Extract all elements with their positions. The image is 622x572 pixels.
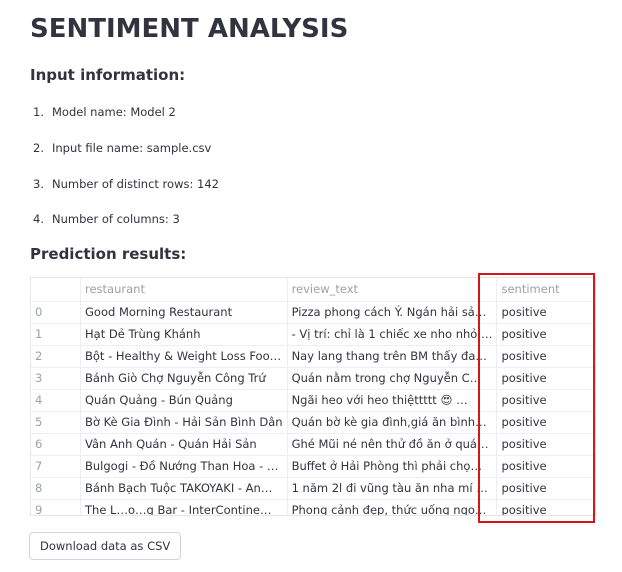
results-table: restaurant review_text sentiment 0 Good M… <box>31 278 595 515</box>
restaurant-cell[interactable]: The L…o…g Bar - InterContine… <box>80 499 288 515</box>
review-text-cell[interactable]: Quán nằm trong chợ Nguyễn C… <box>287 367 498 390</box>
input-item-columns: 4. Number of columns: 3 <box>33 212 180 226</box>
table-header-row: restaurant review_text sentiment <box>31 278 595 302</box>
results-heading: Prediction results: <box>30 245 187 263</box>
row-index-cell[interactable]: 9 <box>31 499 81 515</box>
review-text-cell[interactable]: 1 năm 2l đi vũng tàu ăn nha mí … <box>287 477 498 500</box>
results-dataframe[interactable]: restaurant review_text sentiment 0 Good M… <box>30 277 596 516</box>
table-row: 7 Bulgogi - Đồ Nướng Than Hoa - … Buffet ở… <box>31 455 595 478</box>
table-row: 9 The L…o…g Bar - InterContine… Phong cảnh… <box>31 499 595 515</box>
row-index-cell[interactable]: 4 <box>31 389 81 412</box>
sentiment-cell[interactable]: positive <box>496 499 595 515</box>
page-title: SENTIMENT ANALYSIS <box>30 14 349 44</box>
table-row: 0 Good Morning Restaurant Pizza phong cách… <box>31 301 595 324</box>
row-index-cell[interactable]: 1 <box>31 323 81 346</box>
restaurant-cell[interactable]: Bờ Kè Gia Đình - Hải Sản Bình Dân <box>80 411 288 434</box>
row-index-cell[interactable]: 7 <box>31 455 81 478</box>
row-index-cell[interactable]: 2 <box>31 345 81 368</box>
column-header-index[interactable] <box>31 278 81 302</box>
sentiment-cell[interactable]: positive <box>496 433 595 456</box>
table-row: 8 Bánh Bạch Tuộc TAKOYAKI - An… 1 năm 2l đ… <box>31 477 595 500</box>
column-header-review-text[interactable]: review_text <box>287 278 498 302</box>
review-text-cell[interactable]: - Vị trí: chỉ là 1 chiếc xe nho nhỏ … <box>287 323 498 346</box>
sentiment-cell[interactable]: positive <box>496 301 595 324</box>
list-number: 1. <box>33 105 44 119</box>
restaurant-cell[interactable]: Bánh Bạch Tuộc TAKOYAKI - An… <box>80 477 288 500</box>
row-index-cell[interactable]: 3 <box>31 367 81 390</box>
list-item-text: Number of distinct rows: 142 <box>52 177 219 191</box>
sentiment-cell[interactable]: positive <box>496 477 595 500</box>
list-number: 2. <box>33 141 44 155</box>
download-csv-button[interactable]: Download data as CSV <box>29 532 182 560</box>
review-text-cell[interactable]: Nay lang thang trên BM thấy đa… <box>287 345 498 368</box>
review-text-cell[interactable]: Ghé Mũi né nên thử đồ ăn ở quá… <box>287 433 498 456</box>
table-row: 5 Bờ Kè Gia Đình - Hải Sản Bình Dân Quán b… <box>31 411 595 434</box>
sentiment-cell[interactable]: positive <box>496 411 595 434</box>
row-index-cell[interactable]: 8 <box>31 477 81 500</box>
restaurant-cell[interactable]: Hạt Dẻ Trùng Khánh <box>80 323 288 346</box>
row-index-cell[interactable]: 0 <box>31 301 81 324</box>
input-info-heading: Input information: <box>30 66 186 84</box>
sentiment-cell[interactable]: positive <box>496 345 595 368</box>
restaurant-cell[interactable]: Vân Anh Quán - Quán Hải Sản <box>80 433 288 456</box>
table-row: 2 Bột - Healthy & Weight Loss Foo… Nay lan… <box>31 345 595 368</box>
restaurant-cell[interactable]: Quán Quảng - Bún Quảng <box>80 389 288 412</box>
review-text-cell[interactable]: Buffet ở Hải Phòng thì phải chọ… <box>287 455 498 478</box>
list-number: 4. <box>33 212 44 226</box>
review-text-cell[interactable]: Pizza phong cách Ý. Ngán hải sả… <box>287 301 498 324</box>
sentiment-cell[interactable]: positive <box>496 389 595 412</box>
review-text-cell[interactable]: Ngãi heo với heo thiệttttt 😍 … <box>287 389 498 412</box>
sentiment-cell[interactable]: positive <box>496 323 595 346</box>
review-text-cell[interactable]: Quán bờ kè gia đình,giá ăn bình… <box>287 411 498 434</box>
column-header-restaurant[interactable]: restaurant <box>80 278 288 302</box>
input-item-file: 2. Input file name: sample.csv <box>33 141 211 155</box>
input-item-rows: 3. Number of distinct rows: 142 <box>33 177 219 191</box>
table-row: 6 Vân Anh Quán - Quán Hải Sản Ghé Mũi né n… <box>31 433 595 456</box>
sentiment-cell[interactable]: positive <box>496 455 595 478</box>
list-item-text: Input file name: sample.csv <box>52 141 212 155</box>
row-index-cell[interactable]: 5 <box>31 411 81 434</box>
table-row: 1 Hạt Dẻ Trùng Khánh - Vị trí: chỉ là 1 ch… <box>31 323 595 346</box>
list-item-text: Number of columns: 3 <box>52 212 180 226</box>
table-row: 4 Quán Quảng - Bún Quảng Ngãi heo với heo … <box>31 389 595 412</box>
sentiment-cell[interactable]: positive <box>496 367 595 390</box>
list-number: 3. <box>33 177 44 191</box>
restaurant-cell[interactable]: Bánh Giò Chợ Nguyễn Công Trứ <box>80 367 288 390</box>
input-item-model: 1. Model name: Model 2 <box>33 105 176 119</box>
restaurant-cell[interactable]: Good Morning Restaurant <box>80 301 288 324</box>
table-row: 3 Bánh Giò Chợ Nguyễn Công Trứ Quán nằm tr… <box>31 367 595 390</box>
restaurant-cell[interactable]: Bulgogi - Đồ Nướng Than Hoa - … <box>80 455 288 478</box>
column-header-sentiment[interactable]: sentiment <box>496 278 595 302</box>
restaurant-cell[interactable]: Bột - Healthy & Weight Loss Foo… <box>80 345 288 368</box>
row-index-cell[interactable]: 6 <box>31 433 81 456</box>
list-item-text: Model name: Model 2 <box>52 105 176 119</box>
review-text-cell[interactable]: Phong cảnh đẹp, thức uống ngo… <box>287 499 498 515</box>
